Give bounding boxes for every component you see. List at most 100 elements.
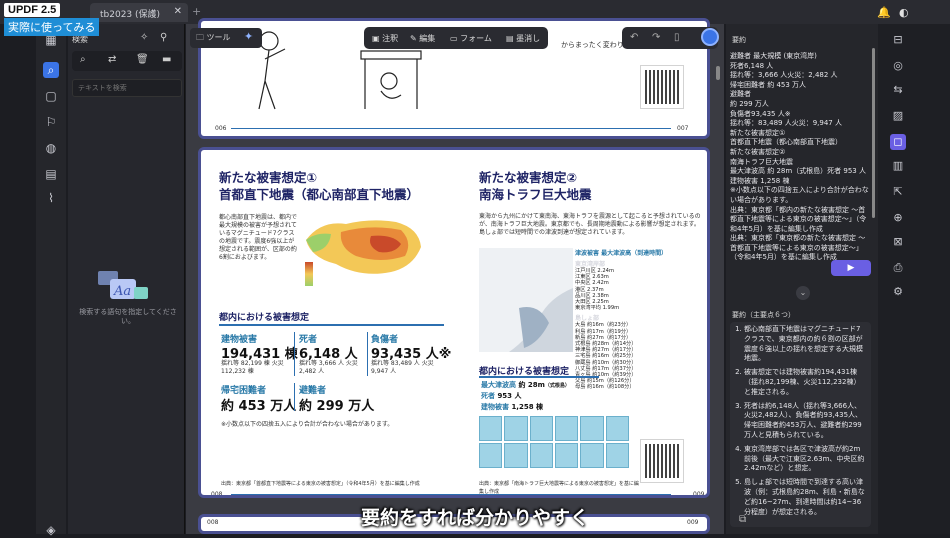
- summary-line: 新たな被害想定②: [730, 147, 786, 156]
- tsunami-value: 約 28m: [518, 381, 545, 389]
- summary-point: 都心南部直下地震はマグニチュード7クラスで、東京都内の約６割の区部が震度６強以上…: [744, 325, 867, 364]
- page1-footer-line: [231, 128, 671, 129]
- summary-line: 揺れ等：83,489 人火災：9,947 人: [730, 119, 842, 128]
- left-heading-1: 新たな被害想定①: [219, 170, 318, 185]
- bell-icon[interactable]: 🔔: [877, 6, 891, 19]
- stat-divider: [294, 383, 295, 411]
- svg-text:Aa: Aa: [113, 284, 131, 299]
- ai-chat-icon[interactable]: ◻: [890, 134, 906, 150]
- right-buildings-value: 1,258 棟: [511, 403, 544, 411]
- comment-icon[interactable]: ◍: [43, 140, 59, 156]
- share-icon[interactable]: ⇱: [890, 184, 906, 200]
- summary-point: 死者は約6,148人（揺れ等3,666人、火災2,482人）、負傷者約93,43…: [744, 402, 867, 441]
- left-section-title: 都内における被害想定: [219, 313, 310, 323]
- summary-line: 避難者 最大規模 (東京湾岸): [730, 52, 817, 60]
- island-map-image: [504, 443, 528, 468]
- left-toolbar: ▦ ⌕ ▢ ⚐ ◍ ▤ ⌇ ◈: [36, 24, 66, 537]
- left-page-number: 008: [211, 491, 223, 498]
- tsunami-list: 津波被害 最大津波高（到達時間） 東京湾岸部 江戸川区 2.24m 江東区 2.6…: [575, 248, 693, 390]
- convert-icon[interactable]: ⇆: [890, 82, 906, 98]
- summary-line: 首都直下地震（都心南部直下地震）: [730, 138, 842, 147]
- right-buildings-stat: 建物被害 1,258 棟: [481, 402, 543, 412]
- tsunami-note: （式根島）: [544, 383, 570, 389]
- pdf-page-8-9: 新たな被害想定① 首都直下地震（都心南部直下地震） 都心南部直下地震は、都内で最…: [198, 147, 710, 498]
- compress-icon[interactable]: ▥: [890, 158, 906, 174]
- delete-icon[interactable]: 🗑: [136, 54, 149, 65]
- ai-sparkle-icon[interactable]: ✦: [244, 30, 253, 43]
- page-icon[interactable]: ▢: [43, 88, 59, 104]
- send-button[interactable]: ▶: [831, 260, 871, 276]
- form-label: フォーム: [460, 34, 492, 43]
- page1-number-right: 007: [677, 125, 689, 132]
- ai-panel-scrollbar[interactable]: [872, 48, 875, 218]
- tsunami-east-items: 江戸川区 2.24m 江東区 2.63m 中央区 2.42m 港区 2.37m 品川区 …: [575, 268, 693, 311]
- page-view-icon[interactable]: ▯: [674, 32, 680, 43]
- ai-panel-title: 要約: [732, 36, 746, 44]
- list-item: 母島 約16m（約108分）: [575, 384, 635, 391]
- qr-code-image: [640, 439, 684, 483]
- folder-icon: 🗀: [196, 33, 204, 42]
- replace-icon[interactable]: ⇄: [108, 54, 116, 65]
- annotate-label: 注釈: [382, 34, 399, 43]
- island-map-grid: [479, 416, 629, 468]
- new-tab-icon[interactable]: +: [192, 5, 201, 18]
- island-map-image: [555, 443, 579, 468]
- redact-button[interactable]: ▤ 墨消し: [506, 33, 540, 44]
- edit-toolbar: ▣ 注釈 ✎ 編集 ▭ フォーム ▤ 墨消し: [364, 27, 548, 49]
- search-mode-icon[interactable]: ⌕: [80, 54, 86, 65]
- island-map-image: [555, 416, 579, 441]
- deaths-detail: 揺れ等 3,666 人 火災 2,482 人: [299, 360, 358, 375]
- island-map-image: [504, 416, 528, 441]
- page2-footer-line: [231, 494, 671, 495]
- scroll-down-icon[interactable]: ⌄: [796, 286, 810, 300]
- tsunami-label: 最大津波高: [481, 381, 516, 389]
- protect-icon[interactable]: ⊕: [890, 210, 906, 226]
- search-input[interactable]: [72, 79, 182, 97]
- left-section-line: [219, 324, 444, 326]
- ai-assistant-button[interactable]: [701, 28, 719, 46]
- app-logo: UPDF 2.5: [4, 3, 61, 17]
- paperclip-icon[interactable]: ⌇: [43, 190, 59, 206]
- viewer-scrollbar[interactable]: [716, 66, 720, 80]
- summary-line: 帰宅困難者 約 453 万人: [730, 80, 807, 89]
- stamp-icon[interactable]: ⊠: [890, 234, 906, 250]
- summary-point: 東京湾岸部では各区で津波高が約2m前後（最大で江東区2.63m、中央区約2.42…: [744, 445, 867, 474]
- right-deaths-stat: 死者 953 人: [481, 391, 522, 401]
- form-button[interactable]: ▭ フォーム: [450, 33, 492, 44]
- search-icon[interactable]: ⌕: [43, 62, 59, 78]
- image-icon[interactable]: ▨: [890, 108, 906, 124]
- right-heading-2: 南海トラフ巨大地震: [479, 187, 592, 202]
- sparkle-search-icon[interactable]: ✧: [140, 32, 148, 43]
- undo-icon[interactable]: ↶: [630, 32, 638, 43]
- tsunami-stat: 最大津波高 約 28m（式根島）: [481, 380, 570, 390]
- caption-tag: 実際に使ってみる: [4, 18, 100, 36]
- profile-icon[interactable]: ◐: [899, 6, 909, 19]
- island-map-image: [479, 443, 503, 468]
- right-buildings-label: 建物被害: [481, 403, 509, 411]
- annotate-button[interactable]: ▣ 注釈: [372, 33, 398, 44]
- summary-line: 避難者: [730, 90, 751, 99]
- stat-divider: [367, 332, 368, 376]
- summary-line: 揺れ等：3,666 人火災：2,482 人: [730, 71, 838, 80]
- island-map-image: [529, 443, 553, 468]
- filter-icon[interactable]: ⚲: [160, 32, 167, 43]
- tab-label: tb2023 (保護): [100, 10, 161, 20]
- right-page-number: 009: [693, 491, 705, 498]
- redo-icon[interactable]: ↷: [652, 32, 660, 43]
- buildings-detail: 揺れ等 82,199 棟 火災 112,232 棟: [221, 360, 284, 375]
- redact-search-icon[interactable]: ▬: [162, 54, 171, 65]
- summary-line: 南海トラフ巨大地震: [730, 157, 793, 166]
- close-tab-icon[interactable]: ✕: [174, 6, 182, 17]
- attachment-page-icon[interactable]: ▤: [43, 166, 59, 182]
- bookmark-icon[interactable]: ⚐: [43, 114, 59, 130]
- tab-document[interactable]: tb2023 (保護) ✕: [90, 3, 188, 22]
- island-map-image: [580, 443, 604, 468]
- left-footnote: ※小数点以下の四捨五入により合計が合わない場合があります。: [221, 421, 394, 428]
- settings-icon[interactable]: ⚙: [890, 284, 906, 300]
- ocr-icon[interactable]: ◎: [890, 58, 906, 74]
- summary-line: 約 299 万人: [730, 99, 769, 108]
- properties-icon[interactable]: ⊟: [890, 32, 906, 48]
- edit-button[interactable]: ✎ 編集: [410, 33, 435, 44]
- island-map-image: [605, 416, 629, 441]
- print-icon[interactable]: ⎙: [890, 260, 906, 276]
